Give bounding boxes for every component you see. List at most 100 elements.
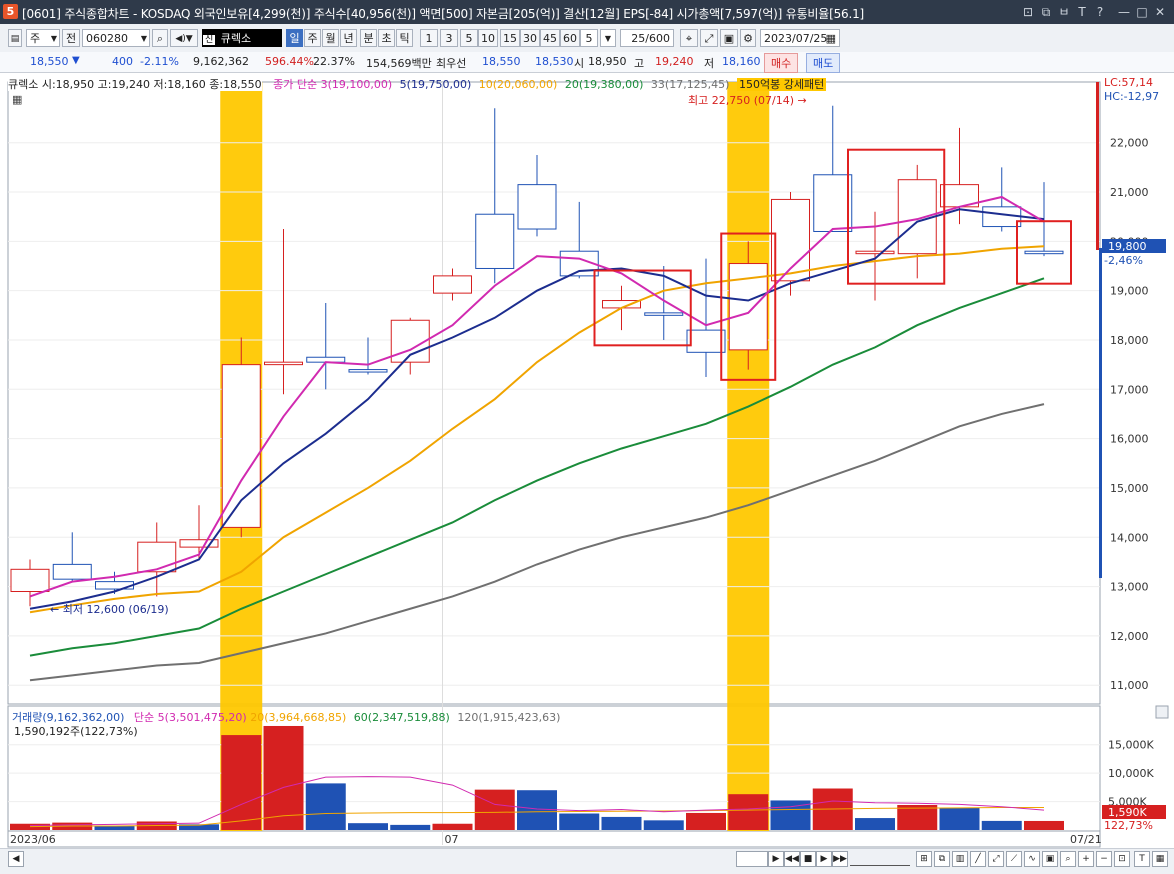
volume-bar xyxy=(305,783,346,830)
interval-button-15[interactable]: 15 xyxy=(500,29,520,47)
date-field[interactable]: 2023/07/25 ▦ xyxy=(760,29,840,47)
zoom-in-icon[interactable]: ⊞ xyxy=(916,851,932,867)
interval-button-10[interactable]: 10 xyxy=(478,29,498,47)
market-type-select[interactable]: 주 ▼ xyxy=(26,29,60,47)
interval-button-1[interactable]: 1 xyxy=(420,29,438,47)
duplicate-window-icon[interactable]: ⧉ xyxy=(1038,4,1054,20)
high-annotation: 최고 22,750 (07/14) → xyxy=(688,94,807,107)
vol-pct-label: 122,73% xyxy=(1104,819,1153,832)
compare-icon[interactable]: ⧉ xyxy=(934,851,950,867)
draw-tool-icon[interactable]: ⤢ xyxy=(700,29,718,47)
ma3-legend: 3(19,100,00) xyxy=(320,78,393,91)
grid-menu-icon[interactable]: ▤ xyxy=(8,29,22,47)
screenshot-icon[interactable]: ▣ xyxy=(1042,851,1058,867)
magnifier-icon[interactable]: ⌕ xyxy=(1060,851,1076,867)
trade-amount: 154,569백만 xyxy=(366,57,432,70)
line-tool-icon[interactable]: ╱ xyxy=(970,851,986,867)
minus-icon[interactable]: − xyxy=(1096,851,1112,867)
volume-bar xyxy=(981,820,1022,830)
turnover-rate: 22.37% xyxy=(313,55,355,68)
fast-forward-icon[interactable]: ▶▶ xyxy=(832,851,848,867)
period-button-4[interactable]: 분 xyxy=(360,29,377,47)
title-bar: 5 [0601] 주식종합차트 - KOSDAQ 외국인보유[4,299(천)]… xyxy=(0,0,1174,24)
trend-tool-icon[interactable]: ⤢ xyxy=(988,851,1004,867)
minimize-button[interactable]: — xyxy=(1116,4,1132,20)
rewind-icon[interactable]: ◀◀ xyxy=(784,851,800,867)
y-tick-label: 17,000 xyxy=(1110,383,1149,396)
low-price: 18,160 xyxy=(722,55,761,68)
period-button-6[interactable]: 틱 xyxy=(396,29,413,47)
crosshair-icon[interactable]: ⌖ xyxy=(680,29,698,47)
open-price: 18,950 xyxy=(588,55,627,68)
ma20-legend: 20(19,380,00) xyxy=(564,78,644,91)
date-axis xyxy=(7,830,1101,848)
period-button-3[interactable]: 년 xyxy=(340,29,357,47)
speaker-icon[interactable]: ◀)▼ xyxy=(170,29,198,47)
scroll-right-icon[interactable]: ▶ xyxy=(768,851,784,867)
plus-icon[interactable]: + xyxy=(1078,851,1094,867)
sell-button[interactable]: 매도 xyxy=(806,53,841,73)
quote-bar: 18,550 ▼ 400 -2.11% 9,162,362 596.44% 22… xyxy=(0,52,1174,73)
code-input[interactable]: 060280 ▼ xyxy=(82,29,150,47)
interval-button-45[interactable]: 45 xyxy=(540,29,560,47)
count-field[interactable]: 25/600 xyxy=(620,29,674,47)
y-tick-label: 21,000 xyxy=(1110,186,1149,199)
help-icon[interactable]: ? xyxy=(1092,4,1108,20)
options-icon[interactable]: ▦ xyxy=(1152,851,1168,867)
font-size-icon[interactable]: T xyxy=(1134,851,1150,867)
volume-bar xyxy=(517,790,557,830)
lc-label: LC:57,14 xyxy=(1104,76,1153,89)
low-label: 저 xyxy=(704,57,715,70)
low-annotation: ← 최저 12,600 (06/19) xyxy=(50,603,169,616)
candle-body xyxy=(10,568,50,593)
candle-body xyxy=(644,312,684,316)
volume-bar xyxy=(897,804,938,830)
interval-button-60[interactable]: 60 xyxy=(560,29,580,47)
restore-layout-icon[interactable]: ⊡ xyxy=(1020,4,1036,20)
volume-bar xyxy=(855,818,895,830)
interval-button-3[interactable]: 3 xyxy=(440,29,458,47)
expand-icon[interactable]: ⊡ xyxy=(1114,851,1130,867)
settings-window-icon[interactable]: ㅂ xyxy=(1056,4,1072,20)
period-button-2[interactable]: 월 xyxy=(322,29,339,47)
stock-name-field[interactable]: 신 큐렉소 xyxy=(202,29,282,47)
y-tick-label: 13,000 xyxy=(1110,581,1149,594)
toolbar: ▤ 주 ▼ 전 060280 ▼ ⌕ ◀)▼ 신 큐렉소 ▼ 25/600 ⌖ ⤢ … xyxy=(0,24,1174,53)
ma-type-label: 종가 단순 xyxy=(273,78,318,91)
volume-bar xyxy=(643,820,684,830)
vol-ma20-legend: 20(3,964,668,85) xyxy=(250,711,347,724)
high-label: 고 xyxy=(634,57,645,70)
interval-button-30[interactable]: 30 xyxy=(520,29,540,47)
zoom-slider[interactable] xyxy=(850,851,910,866)
interval-dropdown-icon[interactable]: ▼ xyxy=(600,29,616,47)
search-icon[interactable]: ⌕ xyxy=(152,29,168,47)
font-icon[interactable]: T xyxy=(1074,4,1090,20)
volume-value: 9,162,362 xyxy=(193,55,249,68)
volume-bar xyxy=(939,807,980,830)
period-button-5[interactable]: 초 xyxy=(378,29,395,47)
buy-button[interactable]: 매수 xyxy=(764,53,799,73)
table-view-icon[interactable]: ▦ xyxy=(12,94,24,106)
maximize-button[interactable]: □ xyxy=(1134,4,1150,20)
ohlc-legend: 큐렉소 시:18,950 고:19,240 저:18,160 종:18,550 xyxy=(8,78,262,91)
gear-icon[interactable]: ⚙ xyxy=(740,29,756,47)
scroll-track[interactable] xyxy=(736,851,768,867)
stock-chart[interactable]: 11,000 12,000 13,000 14,000 15,000 16,000 17,0… xyxy=(0,72,1174,848)
volume-bar xyxy=(601,816,642,830)
close-button[interactable]: ✕ xyxy=(1152,4,1168,20)
interval-button-5[interactable]: 5 xyxy=(460,29,478,47)
period-button-1[interactable]: 주 xyxy=(304,29,321,47)
play-icon[interactable]: ▶ xyxy=(816,851,832,867)
wave-tool-icon[interactable]: ∿ xyxy=(1024,851,1040,867)
y-tick-label: 16,000 xyxy=(1110,433,1149,446)
split-view-icon[interactable]: ▥ xyxy=(952,851,968,867)
scroll-left-icon[interactable]: ◀ xyxy=(8,851,24,867)
period-button-0[interactable]: 일 xyxy=(286,29,303,47)
scope-button[interactable]: 전 xyxy=(62,29,80,47)
stop-icon[interactable]: ■ xyxy=(800,851,816,867)
vol-ma60-legend: 60(2,347,519,88) xyxy=(353,711,450,724)
interval-input[interactable]: 5 xyxy=(580,29,598,47)
fib-tool-icon[interactable]: ⟋ xyxy=(1006,851,1022,867)
save-icon[interactable]: ▣ xyxy=(720,29,738,47)
y-tick-label: 19,000 xyxy=(1110,285,1149,298)
